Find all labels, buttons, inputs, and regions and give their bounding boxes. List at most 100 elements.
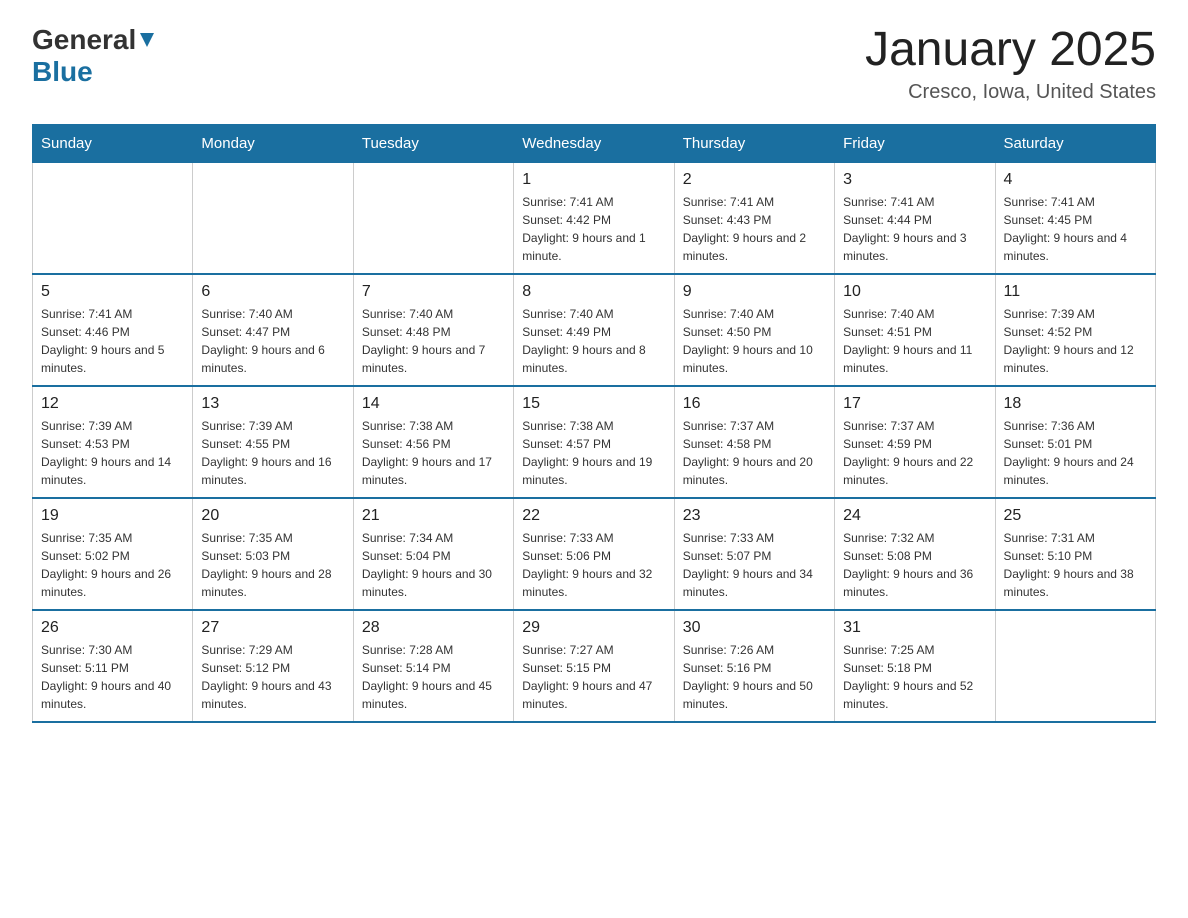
calendar-cell: 25 Sunrise: 7:31 AMSunset: 5:10 PMDayligh…	[995, 498, 1155, 610]
day-info: Sunrise: 7:33 AMSunset: 5:07 PMDaylight:…	[683, 529, 826, 601]
day-info: Sunrise: 7:41 AMSunset: 4:46 PMDaylight:…	[41, 305, 184, 377]
day-number: 20	[201, 507, 344, 525]
calendar-header: SundayMondayTuesdayWednesdayThursdayFrid…	[33, 124, 1156, 162]
calendar-cell: 31Sunrise: 7:25 AMSunset: 5:18 PMDayligh…	[835, 610, 995, 722]
day-number: 30	[683, 619, 826, 637]
day-number: 22	[522, 507, 665, 525]
day-number: 3	[843, 171, 986, 189]
day-number: 9	[683, 283, 826, 301]
calendar-cell: 13Sunrise: 7:39 AMSunset: 4:55 PMDayligh…	[193, 386, 353, 498]
day-info: Sunrise: 7:37 AMSunset: 4:59 PMDaylight:…	[843, 417, 986, 489]
day-info: Sunrise: 7:39 AMSunset: 4:55 PMDaylight:…	[201, 417, 344, 489]
calendar-cell: 6Sunrise: 7:40 AMSunset: 4:47 PMDaylight…	[193, 274, 353, 386]
month-title: January 2025	[865, 24, 1156, 77]
calendar-cell: 28 Sunrise: 7:28 AMSunset: 5:14 PMDayligh…	[353, 610, 513, 722]
calendar-cell	[353, 162, 513, 274]
calendar-body: 1 Sunrise: 7:41 AMSunset: 4:42 PMDaylight…	[33, 162, 1156, 722]
calendar-cell: 1 Sunrise: 7:41 AMSunset: 4:42 PMDaylight…	[514, 162, 674, 274]
day-info: Sunrise: 7:36 AMSunset: 5:01 PMDaylight:…	[1004, 417, 1147, 489]
calendar-cell: 3Sunrise: 7:41 AMSunset: 4:44 PMDaylight…	[835, 162, 995, 274]
day-number: 12	[41, 395, 184, 413]
day-number: 31	[843, 619, 986, 637]
calendar-cell: 4 Sunrise: 7:41 AMSunset: 4:45 PMDaylight…	[995, 162, 1155, 274]
calendar-cell: 26Sunrise: 7:30 AMSunset: 5:11 PMDayligh…	[33, 610, 193, 722]
calendar-cell	[995, 610, 1155, 722]
day-info: Sunrise: 7:41 AMSunset: 4:42 PMDaylight:…	[522, 193, 665, 265]
day-number: 21	[362, 507, 505, 525]
day-info: Sunrise: 7:40 AMSunset: 4:50 PMDaylight:…	[683, 305, 826, 377]
day-number: 23	[683, 507, 826, 525]
calendar-cell: 11Sunrise: 7:39 AMSunset: 4:52 PMDayligh…	[995, 274, 1155, 386]
calendar-cell	[33, 162, 193, 274]
calendar-cell: 14 Sunrise: 7:38 AMSunset: 4:56 PMDayligh…	[353, 386, 513, 498]
calendar-cell: 21 Sunrise: 7:34 AMSunset: 5:04 PMDayligh…	[353, 498, 513, 610]
day-info: Sunrise: 7:32 AMSunset: 5:08 PMDaylight:…	[843, 529, 986, 601]
calendar-cell: 5 Sunrise: 7:41 AMSunset: 4:46 PMDaylight…	[33, 274, 193, 386]
day-info: Sunrise: 7:34 AMSunset: 5:04 PMDaylight:…	[362, 529, 505, 601]
calendar-cell: 18 Sunrise: 7:36 AMSunset: 5:01 PMDayligh…	[995, 386, 1155, 498]
day-number: 25	[1004, 507, 1147, 525]
calendar-cell: 12 Sunrise: 7:39 AMSunset: 4:53 PMDayligh…	[33, 386, 193, 498]
day-info: Sunrise: 7:33 AMSunset: 5:06 PMDaylight:…	[522, 529, 665, 601]
day-info: Sunrise: 7:40 AMSunset: 4:48 PMDaylight:…	[362, 305, 505, 377]
calendar-cell: 19 Sunrise: 7:35 AMSunset: 5:02 PMDayligh…	[33, 498, 193, 610]
day-number: 1	[522, 171, 665, 189]
day-number: 26	[41, 619, 184, 637]
day-info: Sunrise: 7:39 AMSunset: 4:52 PMDaylight:…	[1004, 305, 1147, 377]
calendar-cell: 10Sunrise: 7:40 AMSunset: 4:51 PMDayligh…	[835, 274, 995, 386]
day-info: Sunrise: 7:40 AMSunset: 4:51 PMDaylight:…	[843, 305, 986, 377]
day-number: 2	[683, 171, 826, 189]
day-info: Sunrise: 7:28 AMSunset: 5:14 PMDaylight:…	[362, 641, 505, 713]
day-info: Sunrise: 7:31 AMSunset: 5:10 PMDaylight:…	[1004, 529, 1147, 601]
weekday-header-tuesday: Tuesday	[353, 124, 513, 162]
day-number: 28	[362, 619, 505, 637]
title-block: January 2025 Cresco, Iowa, United States	[865, 24, 1156, 104]
day-info: Sunrise: 7:39 AMSunset: 4:53 PMDaylight:…	[41, 417, 184, 489]
calendar-cell: 9 Sunrise: 7:40 AMSunset: 4:50 PMDaylight…	[674, 274, 834, 386]
weekday-header-saturday: Saturday	[995, 124, 1155, 162]
calendar-week-3: 12 Sunrise: 7:39 AMSunset: 4:53 PMDayligh…	[33, 386, 1156, 498]
calendar-table: SundayMondayTuesdayWednesdayThursdayFrid…	[32, 124, 1156, 723]
calendar-week-5: 26Sunrise: 7:30 AMSunset: 5:11 PMDayligh…	[33, 610, 1156, 722]
logo-general-text: General	[32, 24, 136, 56]
day-info: Sunrise: 7:35 AMSunset: 5:02 PMDaylight:…	[41, 529, 184, 601]
day-number: 19	[41, 507, 184, 525]
weekday-header-monday: Monday	[193, 124, 353, 162]
calendar-week-2: 5 Sunrise: 7:41 AMSunset: 4:46 PMDaylight…	[33, 274, 1156, 386]
weekday-header-friday: Friday	[835, 124, 995, 162]
day-info: Sunrise: 7:41 AMSunset: 4:45 PMDaylight:…	[1004, 193, 1147, 265]
day-number: 27	[201, 619, 344, 637]
calendar-cell: 15Sunrise: 7:38 AMSunset: 4:57 PMDayligh…	[514, 386, 674, 498]
day-info: Sunrise: 7:29 AMSunset: 5:12 PMDaylight:…	[201, 641, 344, 713]
day-number: 24	[843, 507, 986, 525]
calendar-cell: 27 Sunrise: 7:29 AMSunset: 5:12 PMDayligh…	[193, 610, 353, 722]
day-number: 29	[522, 619, 665, 637]
day-info: Sunrise: 7:40 AMSunset: 4:47 PMDaylight:…	[201, 305, 344, 377]
day-number: 7	[362, 283, 505, 301]
day-number: 4	[1004, 171, 1147, 189]
calendar-cell: 17Sunrise: 7:37 AMSunset: 4:59 PMDayligh…	[835, 386, 995, 498]
day-info: Sunrise: 7:27 AMSunset: 5:15 PMDaylight:…	[522, 641, 665, 713]
calendar-cell: 23 Sunrise: 7:33 AMSunset: 5:07 PMDayligh…	[674, 498, 834, 610]
logo: General Blue	[32, 24, 156, 88]
day-number: 8	[522, 283, 665, 301]
calendar-cell: 24 Sunrise: 7:32 AMSunset: 5:08 PMDayligh…	[835, 498, 995, 610]
day-info: Sunrise: 7:40 AMSunset: 4:49 PMDaylight:…	[522, 305, 665, 377]
calendar-cell: 2Sunrise: 7:41 AMSunset: 4:43 PMDaylight…	[674, 162, 834, 274]
day-number: 18	[1004, 395, 1147, 413]
weekday-header-sunday: Sunday	[33, 124, 193, 162]
day-info: Sunrise: 7:38 AMSunset: 4:56 PMDaylight:…	[362, 417, 505, 489]
page-header: General Blue January 2025 Cresco, Iowa, …	[32, 24, 1156, 104]
logo-arrow-icon	[138, 31, 156, 49]
day-info: Sunrise: 7:37 AMSunset: 4:58 PMDaylight:…	[683, 417, 826, 489]
calendar-week-1: 1 Sunrise: 7:41 AMSunset: 4:42 PMDaylight…	[33, 162, 1156, 274]
calendar-cell: 20 Sunrise: 7:35 AMSunset: 5:03 PMDayligh…	[193, 498, 353, 610]
day-number: 14	[362, 395, 505, 413]
day-number: 5	[41, 283, 184, 301]
calendar-cell: 22 Sunrise: 7:33 AMSunset: 5:06 PMDayligh…	[514, 498, 674, 610]
logo-blue-text: Blue	[32, 56, 93, 87]
day-info: Sunrise: 7:35 AMSunset: 5:03 PMDaylight:…	[201, 529, 344, 601]
day-number: 16	[683, 395, 826, 413]
calendar-cell: 30 Sunrise: 7:26 AMSunset: 5:16 PMDayligh…	[674, 610, 834, 722]
day-info: Sunrise: 7:26 AMSunset: 5:16 PMDaylight:…	[683, 641, 826, 713]
